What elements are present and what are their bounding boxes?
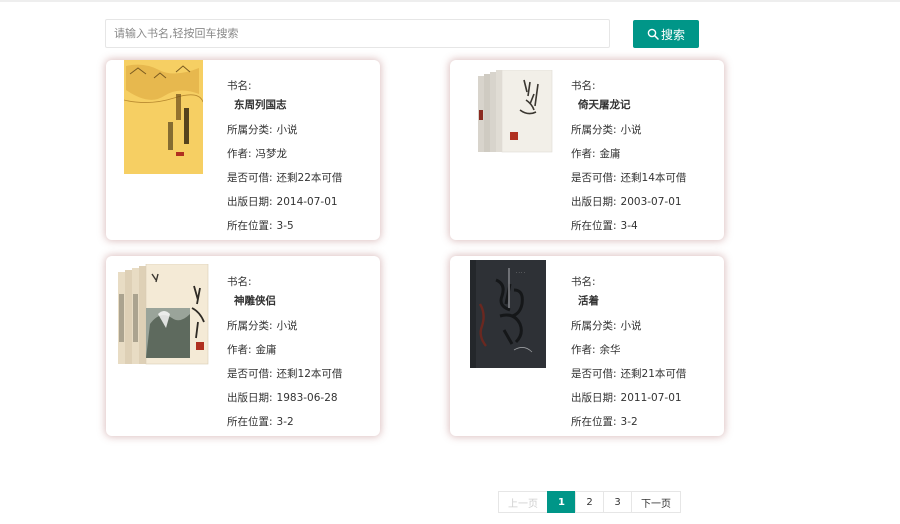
location-label: 所在位置: [571, 416, 617, 428]
category-value: 小说 [276, 124, 298, 136]
book-card[interactable]: 书名: 倚天屠龙记 所属分类: 小说 作者: 金庸 是否可借: 还剩14本可借 出版日… [450, 60, 724, 240]
category-label: 所属分类: [571, 320, 617, 332]
book-cover-image [124, 60, 203, 174]
available-label: 是否可借: [227, 368, 273, 380]
book-title: 东周列国志 [234, 99, 287, 111]
book-cover-image [116, 264, 212, 368]
available-value: 还剩14本可借 [620, 172, 687, 184]
book-info: 书名: 倚天屠龙记 所属分类: 小说 作者: 金庸 是否可借: 还剩14本可借 出版日… [571, 79, 686, 243]
prev-page-button[interactable]: 上一页 [498, 491, 548, 513]
publish-date-value: 2014-07-01 [276, 196, 338, 208]
publish-date-label: 出版日期: [571, 196, 617, 208]
location-value: 3-2 [276, 416, 294, 428]
location-value: 3-5 [276, 220, 294, 232]
author-value: 冯梦龙 [255, 148, 288, 160]
publish-date-label: 出版日期: [227, 196, 273, 208]
pagination: 上一页 1 2 3 下一页 [498, 491, 681, 513]
book-card[interactable]: 书名: 神雕侠侣 所属分类: 小说 作者: 金庸 是否可借: 还剩12本可借 出版日期… [106, 256, 380, 436]
author-label: 作者: [571, 148, 596, 160]
svg-text:· · · ·: · · · · [516, 270, 525, 275]
book-info: 书名: 神雕侠侣 所属分类: 小说 作者: 金庸 是否可借: 还剩12本可借 出版日期… [227, 275, 342, 439]
publish-date-label: 出版日期: [571, 392, 617, 404]
location-label: 所在位置: [571, 220, 617, 232]
publish-date-label: 出版日期: [227, 392, 273, 404]
location-value: 3-4 [620, 220, 638, 232]
author-label: 作者: [227, 148, 252, 160]
book-info: 书名: 活着 所属分类: 小说 作者: 余华 是否可借: 还剩21本可借 出版日期: 2… [571, 275, 686, 439]
book-title: 神雕侠侣 [234, 295, 276, 307]
book-name-label: 书名: [227, 80, 252, 92]
location-label: 所在位置: [227, 220, 273, 232]
book-name-label: 书名: [571, 276, 596, 288]
page-button-2[interactable]: 2 [575, 491, 604, 513]
category-value: 小说 [620, 124, 642, 136]
book-name-label: 书名: [227, 276, 252, 288]
available-label: 是否可借: [571, 368, 617, 380]
available-value: 还剩21本可借 [620, 368, 687, 380]
book-cover-image: · · · · [470, 260, 546, 368]
location-label: 所在位置: [227, 416, 273, 428]
search-button[interactable]: 搜索 [633, 20, 699, 48]
author-value: 金庸 [255, 344, 277, 356]
book-title: 活着 [578, 295, 599, 307]
category-value: 小说 [276, 320, 298, 332]
category-value: 小说 [620, 320, 642, 332]
publish-date-value: 1983-06-28 [276, 392, 338, 404]
search-input[interactable] [105, 19, 610, 48]
book-title: 倚天屠龙记 [578, 99, 631, 111]
available-label: 是否可借: [227, 172, 273, 184]
book-card[interactable]: · · · · 书名: 活着 所属分类: 小说 作者: 余华 是否可借: 还剩21本可… [450, 256, 724, 436]
author-label: 作者: [227, 344, 252, 356]
publish-date-value: 2003-07-01 [620, 196, 682, 208]
book-name-label: 书名: [571, 80, 596, 92]
publish-date-value: 2011-07-01 [620, 392, 682, 404]
search-icon [647, 28, 659, 40]
location-value: 3-2 [620, 416, 638, 428]
next-page-button[interactable]: 下一页 [631, 491, 681, 513]
page-button-1[interactable]: 1 [547, 491, 576, 513]
available-label: 是否可借: [571, 172, 617, 184]
category-label: 所属分类: [227, 124, 273, 136]
available-value: 还剩22本可借 [276, 172, 343, 184]
author-value: 余华 [599, 344, 621, 356]
author-label: 作者: [571, 344, 596, 356]
book-card[interactable]: 书名: 东周列国志 所属分类: 小说 作者: 冯梦龙 是否可借: 还剩22本可借 出版… [106, 60, 380, 240]
book-info: 书名: 东周列国志 所属分类: 小说 作者: 冯梦龙 是否可借: 还剩22本可借 出版… [227, 79, 342, 243]
search-button-label: 搜索 [660, 27, 685, 42]
book-cover-image [476, 70, 556, 160]
author-value: 金庸 [599, 148, 621, 160]
available-value: 还剩12本可借 [276, 368, 343, 380]
category-label: 所属分类: [227, 320, 273, 332]
page-button-3[interactable]: 3 [603, 491, 632, 513]
top-divider [0, 0, 900, 2]
category-label: 所属分类: [571, 124, 617, 136]
